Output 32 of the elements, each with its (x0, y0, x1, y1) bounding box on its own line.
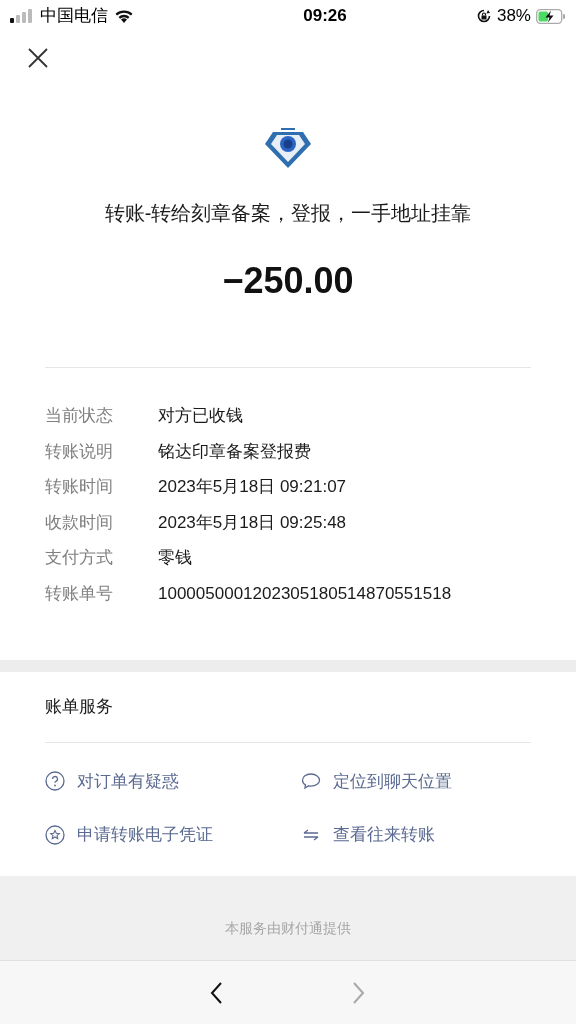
rotation-lock-icon (475, 8, 492, 24)
question-icon (45, 771, 65, 792)
detail-value: 对方已收钱 (158, 405, 243, 427)
section-title: 账单服务 (45, 696, 114, 718)
transfer-title: 转账-转给刻章备案，登报，一手地址挂靠 (104, 201, 472, 226)
battery-percent: 38% (496, 5, 531, 28)
footer-note: 本服务由财付通提供 (225, 919, 351, 939)
detail-value: 1000050001202305180514870551518 (158, 582, 452, 605)
service-link[interactable]: 对订单有疑惑 (45, 768, 288, 794)
detail-label: 支付方式 (45, 547, 114, 569)
carrier-name: 中国电信 (40, 5, 108, 28)
detail-value: 2023年5月18日 09:25:48 (158, 511, 347, 534)
transfer-arrows-icon (302, 827, 320, 842)
close-icon (28, 48, 48, 68)
star-badge-icon (45, 824, 65, 845)
detail-label: 收款时间 (45, 511, 114, 534)
detail-label: 转账说明 (45, 440, 114, 463)
clock-time: 09:26 (303, 5, 347, 28)
transfer-amount: −250.00 (222, 259, 354, 303)
detail-value: 零钱 (158, 547, 192, 569)
detail-value: 铭达印章备案登报费 (158, 440, 311, 463)
service-link[interactable]: 申请转账电子凭证 (45, 822, 288, 848)
service-link[interactable]: 定位到聊天位置 (288, 768, 531, 794)
detail-label: 当前状态 (45, 405, 114, 427)
speech-bubble-icon (301, 772, 321, 791)
battery-charging-icon (536, 8, 566, 24)
detail-value: 2023年5月18日 09:21:07 (158, 476, 347, 498)
signal-icon (10, 9, 34, 23)
wifi-icon (114, 8, 134, 24)
service-link[interactable]: 查看往来转账 (288, 822, 531, 848)
detail-label: 转账时间 (45, 476, 114, 498)
detail-label: 转账单号 (45, 582, 114, 605)
